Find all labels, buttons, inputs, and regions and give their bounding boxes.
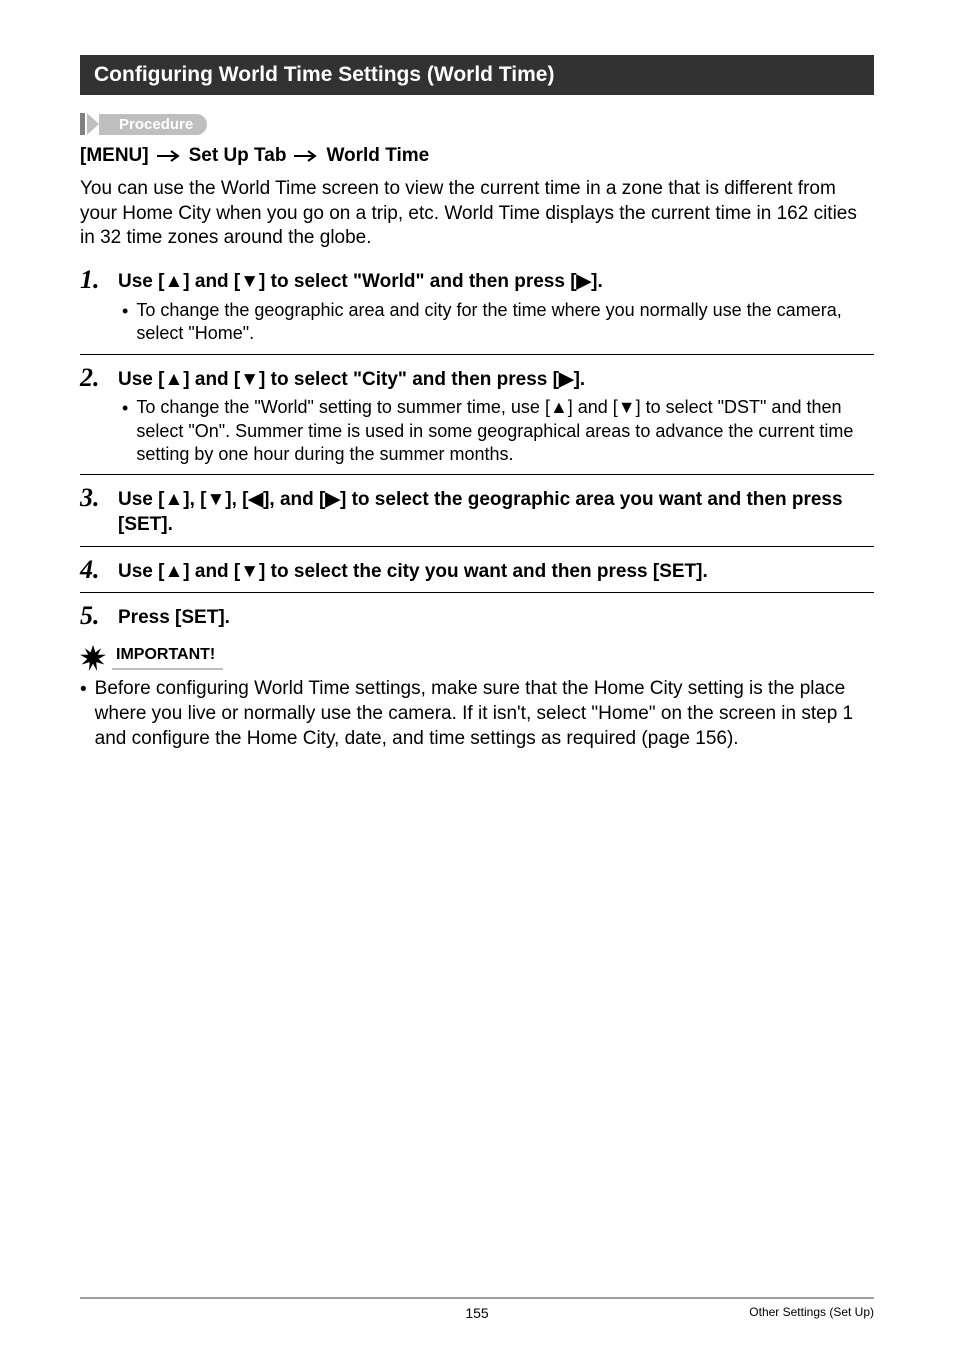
step-number: 2. xyxy=(80,365,108,467)
page-number: 155 xyxy=(80,1305,874,1321)
divider xyxy=(80,592,874,593)
intro-paragraph: You can use the World Time screen to vie… xyxy=(80,177,874,251)
bullet-icon: • xyxy=(80,677,87,751)
important-text: Before configuring World Time settings, … xyxy=(95,677,874,751)
page-footer: 155 Other Settings (Set Up) xyxy=(80,1297,874,1319)
step-title: Use [▲] and [▼] to select the city you w… xyxy=(118,560,874,585)
step-title: Press [SET]. xyxy=(118,606,874,631)
path-tab: Set Up Tab xyxy=(189,145,287,167)
divider xyxy=(80,474,874,475)
bullet-text: To change the "World" setting to summer … xyxy=(136,396,874,466)
step-3: 3. Use [▲], [▼], [◀], and [▶] to select … xyxy=(80,485,874,537)
step-number: 1. xyxy=(80,267,108,345)
procedure-label-row: Procedure xyxy=(80,113,874,135)
important-label: IMPORTANT! xyxy=(112,646,223,670)
bullet-text: To change the geographic area and city f… xyxy=(136,299,874,346)
step-title: Use [▲] and [▼] to select "City" and the… xyxy=(118,368,874,393)
menu-path: [MENU] Set Up Tab World Time xyxy=(80,145,874,167)
bullet-icon: • xyxy=(122,299,128,346)
step-1: 1. Use [▲] and [▼] to select "World" and… xyxy=(80,267,874,345)
important-heading: IMPORTANT! xyxy=(80,645,874,671)
step-number: 5. xyxy=(80,603,108,631)
bullet-icon: • xyxy=(122,396,128,466)
step-number: 3. xyxy=(80,485,108,537)
important-bullet: • Before configuring World Time settings… xyxy=(80,677,874,751)
step-bullet: • To change the geographic area and city… xyxy=(122,299,874,346)
procedure-bar xyxy=(80,113,85,135)
step-bullet: • To change the "World" setting to summe… xyxy=(122,396,874,466)
step-title: Use [▲], [▼], [◀], and [▶] to select the… xyxy=(118,488,874,537)
step-2: 2. Use [▲] and [▼] to select "City" and … xyxy=(80,365,874,467)
path-menu: [MENU] xyxy=(80,145,149,167)
arrow-right-icon xyxy=(294,150,318,162)
step-title: Use [▲] and [▼] to select "World" and th… xyxy=(118,270,874,295)
section-heading: Configuring World Time Settings (World T… xyxy=(80,55,874,95)
path-item: World Time xyxy=(326,145,429,167)
step-4: 4. Use [▲] and [▼] to select the city yo… xyxy=(80,557,874,585)
divider xyxy=(80,354,874,355)
divider xyxy=(80,546,874,547)
arrow-right-icon xyxy=(157,150,181,162)
step-number: 4. xyxy=(80,557,108,585)
procedure-pill: Procedure xyxy=(99,114,207,135)
step-5: 5. Press [SET]. xyxy=(80,603,874,631)
burst-icon xyxy=(80,645,106,671)
